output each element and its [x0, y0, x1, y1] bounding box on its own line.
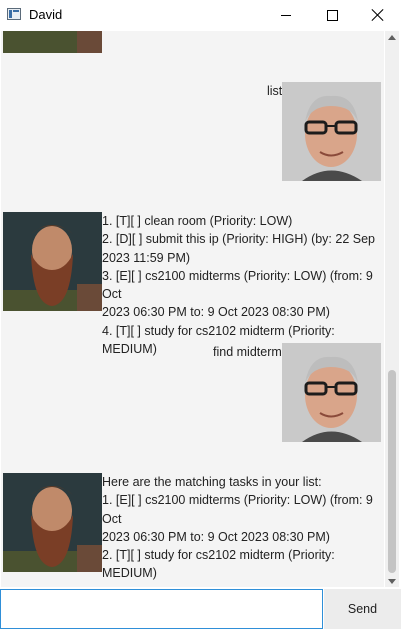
minimize-icon	[281, 14, 291, 16]
message-line: 2023 06:30 PM to: 9 Oct 2023 08:30 PM)	[102, 305, 330, 320]
message-line: 2023 11:59 PM)	[102, 250, 191, 265]
message-line: Here are the matching tasks in your list…	[102, 475, 322, 489]
message-line: list	[267, 84, 283, 98]
arrow-down-icon	[388, 578, 396, 584]
message-line: 2. [T][ ] study for cs2102 midterm (Prio…	[102, 548, 335, 581]
user-message-text: find midterm	[213, 343, 282, 361]
bot-message-text: 1. [T][ ] clean room (Priority: LOW) 2. …	[102, 212, 384, 358]
message-input[interactable]	[0, 589, 323, 629]
bot-avatar-icon	[3, 473, 102, 572]
chat-area[interactable]: list 1. [T][ ] clean room (Priority: LOW…	[1, 31, 384, 587]
scroll-down-button[interactable]	[385, 575, 399, 587]
maximize-icon	[326, 9, 338, 21]
title-bar: David	[0, 0, 401, 30]
bot-avatar-icon	[3, 212, 102, 311]
bot-message-text: Here are the matching tasks in your list…	[102, 473, 384, 583]
window-title: David	[29, 7, 63, 22]
message-line: 1. [E][ ] cs2100 midterms (Priority: LOW…	[102, 493, 373, 526]
user-message-text: list	[267, 82, 282, 100]
close-button[interactable]	[355, 0, 401, 30]
send-button[interactable]: Send	[324, 589, 401, 629]
maximize-button[interactable]	[309, 0, 355, 30]
app-window-icon	[7, 8, 21, 20]
user-avatar-icon	[282, 82, 381, 181]
message-line: 2023 06:30 PM to: 9 Oct 2023 08:30 PM)	[102, 529, 330, 544]
vertical-scrollbar[interactable]	[385, 31, 399, 587]
message-line: find midterm	[213, 345, 282, 359]
close-icon	[372, 9, 384, 21]
arrow-up-icon	[388, 34, 396, 40]
user-avatar-icon	[282, 343, 381, 442]
minimize-button[interactable]	[263, 0, 309, 30]
message-line: 1. [T][ ] clean room (Priority: LOW)	[102, 214, 293, 228]
message-line: 2. [D][ ] submit this ip (Priority: HIGH…	[102, 232, 375, 247]
bot-avatar-icon	[3, 31, 102, 53]
message-line: 3. [E][ ] cs2100 midterms (Priority: LOW…	[102, 268, 373, 302]
scrollbar-thumb[interactable]	[388, 370, 396, 573]
scroll-up-button[interactable]	[385, 31, 399, 43]
